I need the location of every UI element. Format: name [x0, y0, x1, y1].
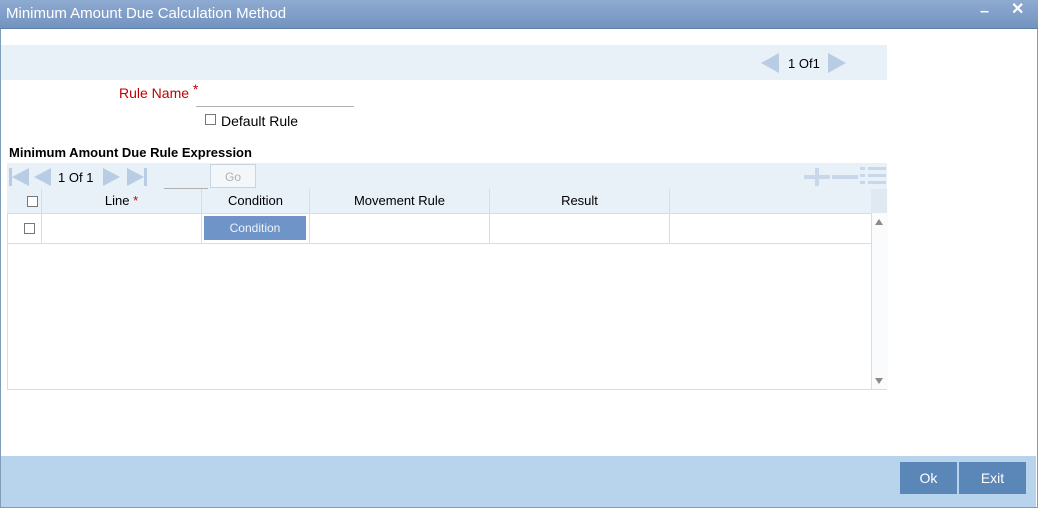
previous-record-icon[interactable]: [761, 53, 779, 73]
first-page-icon[interactable]: [8, 167, 30, 187]
record-pager-text: 1 Of1: [788, 56, 820, 71]
grid-page-total: 1: [86, 170, 94, 185]
condition-button[interactable]: Condition: [204, 216, 306, 240]
result-cell[interactable]: [490, 214, 670, 243]
column-header-result: Result: [490, 189, 670, 213]
minimize-icon[interactable]: –: [980, 4, 989, 20]
grid-page-current: 1: [58, 170, 66, 185]
column-header-movement-rule: Movement Rule: [310, 189, 490, 213]
go-button[interactable]: Go: [210, 164, 256, 188]
record-of: Of: [798, 56, 813, 71]
scroll-up-icon[interactable]: [875, 219, 883, 225]
window-titlebar: Minimum Amount Due Calculation Method – …: [0, 0, 1038, 29]
record-current: 1: [788, 56, 796, 71]
footer-bar: [1, 456, 1036, 507]
column-header-condition: Condition: [202, 189, 310, 213]
grid-page-of: Of: [68, 170, 83, 185]
exit-button[interactable]: Exit: [959, 462, 1026, 494]
last-page-icon[interactable]: [126, 167, 148, 187]
scroll-down-icon[interactable]: [875, 378, 883, 384]
next-record-icon[interactable]: [828, 53, 846, 73]
window-title: Minimum Amount Due Calculation Method: [6, 5, 287, 22]
column-header-line: Line *: [42, 189, 202, 213]
rule-name-label: Rule Name *: [119, 81, 198, 101]
section-title: Minimum Amount Due Rule Expression: [9, 145, 252, 160]
row-select-cell: [7, 214, 42, 243]
default-rule-checkbox[interactable]: [205, 114, 216, 125]
delete-row-icon[interactable]: [832, 168, 858, 186]
rule-name-label-text: Rule Name: [119, 85, 190, 101]
table-scrollbar-header: [871, 189, 887, 213]
column-line-required: *: [133, 193, 139, 208]
grid-page-input[interactable]: [164, 168, 208, 189]
close-icon[interactable]: ✕: [1011, 2, 1024, 18]
line-cell[interactable]: [42, 214, 202, 243]
record-navigation-bar: [1, 45, 887, 80]
next-page-icon[interactable]: [102, 167, 122, 187]
rule-name-input[interactable]: [196, 86, 354, 107]
ok-button[interactable]: Ok: [900, 462, 957, 494]
record-total: 1: [812, 56, 820, 71]
row-select-checkbox[interactable]: [24, 223, 35, 234]
view-row-icon[interactable]: [860, 166, 886, 186]
column-line-label: Line: [104, 193, 130, 208]
grid-page-text: 1 Of 1: [58, 170, 93, 185]
previous-page-icon[interactable]: [32, 167, 52, 187]
select-all-checkbox[interactable]: [27, 196, 38, 207]
select-all-cell: [7, 189, 42, 213]
table-header: Line * Condition Movement Rule Result: [7, 189, 871, 214]
default-rule-label: Default Rule: [221, 113, 299, 129]
add-row-icon[interactable]: [804, 168, 830, 186]
table-row: Condition: [7, 214, 871, 244]
movement-rule-cell[interactable]: [310, 214, 490, 243]
